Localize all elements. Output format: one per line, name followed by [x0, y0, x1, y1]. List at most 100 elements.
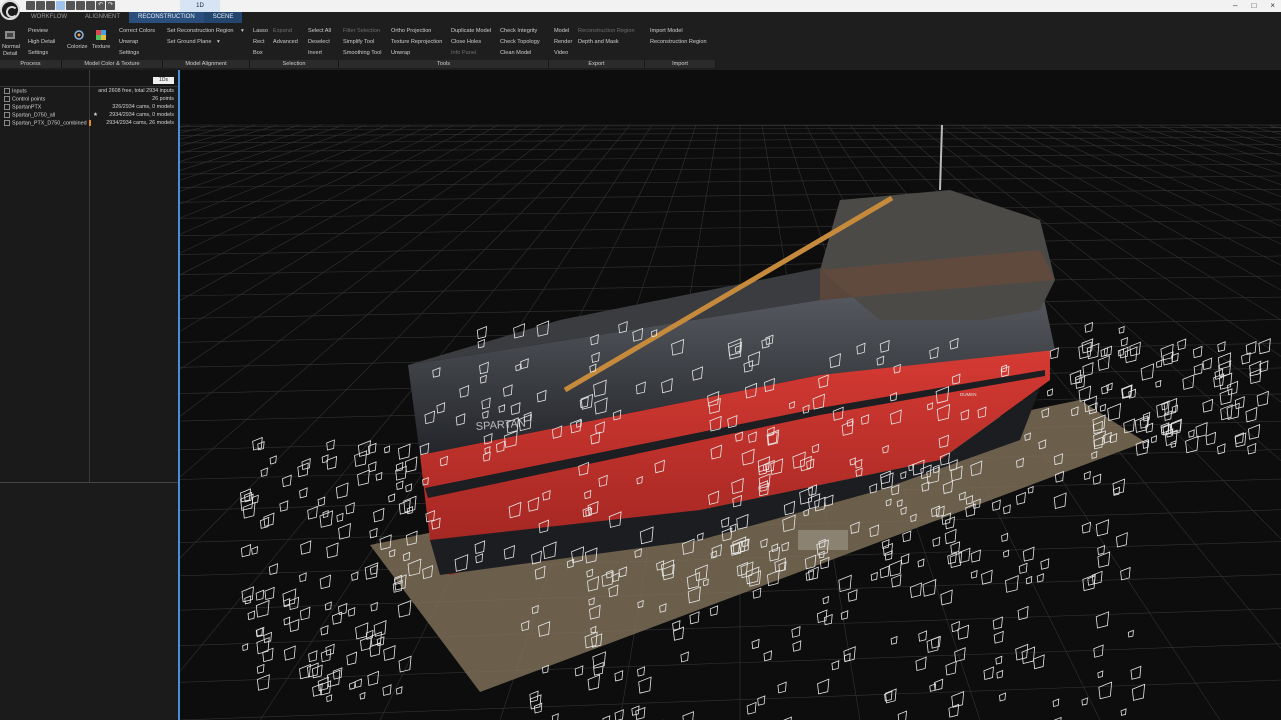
- camera-frustum[interactable]: [320, 625, 329, 636]
- camera-frustum[interactable]: [909, 582, 923, 598]
- 3d-viewport[interactable]: SPARTAN DUMEN: [180, 70, 1281, 720]
- process-settings-button[interactable]: Settings: [28, 49, 48, 57]
- camera-frustum[interactable]: [870, 571, 878, 581]
- check-integrity-button[interactable]: Check Integrity: [500, 27, 537, 35]
- camera-frustum[interactable]: [279, 500, 289, 512]
- expand-icon[interactable]: [4, 112, 10, 118]
- camera-frustum[interactable]: [900, 553, 910, 565]
- camera-frustum[interactable]: [1003, 549, 1010, 558]
- camera-frustum[interactable]: [321, 454, 329, 464]
- camera-frustum[interactable]: [308, 650, 318, 663]
- camera-frustum[interactable]: [970, 569, 978, 579]
- expand-icon[interactable]: [4, 120, 10, 126]
- select-all-button[interactable]: Select All: [308, 27, 331, 35]
- camera-frustum[interactable]: [1078, 341, 1092, 360]
- camera-frustum[interactable]: [1092, 473, 1102, 485]
- camera-frustum[interactable]: [476, 325, 488, 340]
- camera-frustum[interactable]: [1247, 442, 1257, 455]
- camera-frustum[interactable]: [354, 678, 363, 688]
- panel-toggle-button[interactable]: 1Ds: [153, 77, 174, 84]
- camera-frustum[interactable]: [247, 610, 256, 621]
- camera-frustum[interactable]: [1234, 396, 1245, 410]
- camera-frustum[interactable]: [1082, 361, 1094, 377]
- camera-frustum[interactable]: [348, 681, 356, 690]
- expand-icon[interactable]: [4, 88, 10, 94]
- qat-button-6[interactable]: [76, 1, 85, 10]
- camera-frustum[interactable]: [264, 586, 275, 600]
- close-holes-button[interactable]: Close Holes: [451, 38, 481, 46]
- camera-frustum[interactable]: [1083, 470, 1091, 480]
- camera-frustum[interactable]: [1103, 345, 1113, 357]
- camera-frustum[interactable]: [1256, 390, 1269, 407]
- clean-model-button[interactable]: Clean Model: [500, 49, 531, 57]
- expand-icon[interactable]: [4, 96, 10, 102]
- camera-frustum[interactable]: [1120, 566, 1131, 581]
- camera-frustum[interactable]: [405, 483, 413, 493]
- camera-frustum[interactable]: [345, 502, 355, 515]
- camera-frustum[interactable]: [1258, 338, 1271, 355]
- camera-frustum[interactable]: [263, 631, 272, 643]
- camera-frustum[interactable]: [1046, 388, 1054, 397]
- camera-frustum[interactable]: [958, 547, 971, 564]
- camera-frustum[interactable]: [269, 455, 277, 465]
- camera-frustum[interactable]: [995, 655, 1003, 665]
- tree-item-spartan-ptx-d750-combined[interactable]: Spartan_PTX_D750_combined: [4, 120, 91, 127]
- camera-frustum[interactable]: [792, 640, 802, 652]
- camera-frustum[interactable]: [932, 536, 941, 547]
- undo-icon[interactable]: ↶: [96, 1, 105, 10]
- camera-frustum[interactable]: [283, 616, 291, 626]
- camera-frustum[interactable]: [1040, 558, 1050, 570]
- unwrap-button[interactable]: Unwrap: [119, 38, 138, 46]
- camera-frustum[interactable]: [326, 439, 335, 451]
- qat-button-2[interactable]: [36, 1, 45, 10]
- camera-frustum[interactable]: [324, 601, 332, 611]
- camera-frustum[interactable]: [297, 462, 309, 478]
- camera-frustum[interactable]: [996, 669, 1004, 679]
- camera-frustum[interactable]: [763, 650, 773, 662]
- camera-frustum[interactable]: [944, 528, 957, 545]
- camera-frustum[interactable]: [326, 542, 339, 559]
- camera-frustum[interactable]: [364, 562, 379, 580]
- camera-frustum[interactable]: [255, 599, 270, 618]
- camera-frustum[interactable]: [338, 523, 351, 540]
- export-reconstruction-region-button[interactable]: Reconstruction Region: [578, 27, 635, 35]
- camera-frustum[interactable]: [1155, 379, 1162, 388]
- ortho-projection-button[interactable]: Ortho Projection: [391, 27, 431, 35]
- tree-item-inputs[interactable]: Inputs: [4, 88, 27, 95]
- camera-frustum[interactable]: [917, 558, 925, 568]
- camera-frustum[interactable]: [922, 578, 937, 597]
- camera-frustum[interactable]: [357, 469, 370, 486]
- camera-frustum[interactable]: [242, 643, 249, 651]
- camera-frustum[interactable]: [1217, 352, 1232, 370]
- camera-frustum[interactable]: [957, 624, 970, 640]
- camera-frustum[interactable]: [283, 645, 296, 661]
- camera-frustum[interactable]: [1001, 532, 1009, 542]
- camera-frustum[interactable]: [359, 691, 366, 700]
- tab-alignment[interactable]: ALIGNMENT: [76, 12, 129, 23]
- camera-frustum[interactable]: [307, 505, 318, 520]
- camera-frustum[interactable]: [1084, 321, 1093, 333]
- camera-frustum[interactable]: [319, 574, 332, 590]
- camera-frustum[interactable]: [396, 480, 404, 490]
- camera-frustum[interactable]: [1171, 404, 1179, 413]
- camera-frustum[interactable]: [983, 666, 994, 680]
- export-video-button[interactable]: Video: [554, 49, 568, 57]
- camera-frustum[interactable]: [1093, 644, 1104, 658]
- camera-frustum[interactable]: [945, 660, 957, 676]
- camera-frustum[interactable]: [915, 656, 927, 672]
- camera-frustum[interactable]: [879, 565, 890, 579]
- camera-frustum[interactable]: [970, 549, 981, 563]
- camera-frustum[interactable]: [1119, 346, 1129, 359]
- camera-frustum[interactable]: [1081, 521, 1091, 534]
- minimize-icon[interactable]: –: [1233, 0, 1237, 12]
- camera-frustum[interactable]: [1219, 388, 1233, 405]
- document-tab-active[interactable]: 1D: [180, 0, 220, 12]
- camera-frustum[interactable]: [614, 670, 624, 682]
- camera-frustum[interactable]: [614, 709, 624, 720]
- camera-frustum[interactable]: [602, 715, 611, 720]
- camera-frustum[interactable]: [367, 670, 380, 686]
- deselect-button[interactable]: Deselect: [308, 38, 330, 46]
- camera-frustum[interactable]: [1234, 432, 1247, 448]
- camera-frustum[interactable]: [1052, 698, 1060, 707]
- camera-frustum[interactable]: [1097, 670, 1104, 679]
